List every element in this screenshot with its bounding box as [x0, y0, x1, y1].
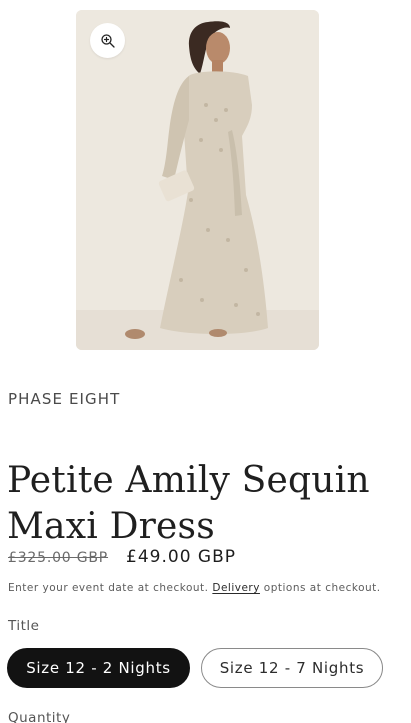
- zoom-button[interactable]: [90, 23, 125, 58]
- quantity-label: Quantity: [8, 710, 71, 723]
- checkout-note-end: options at checkout.: [263, 582, 381, 594]
- product-vendor: PHASE EIGHT: [8, 390, 121, 408]
- sale-price: £49.00 GBP: [126, 547, 237, 567]
- checkout-note: Enter your event date at checkout. Deliv…: [8, 582, 381, 594]
- variant-label: Title: [8, 618, 40, 634]
- checkout-note-start: Enter your event date at checkout.: [8, 582, 213, 594]
- variant-option-size-12-2-nights[interactable]: Size 12 - 2 Nights: [7, 648, 190, 688]
- product-image: [76, 10, 319, 350]
- price-row: £325.00 GBP £49.00 GBP: [8, 547, 236, 567]
- variant-option-size-12-7-nights[interactable]: Size 12 - 7 Nights: [201, 648, 383, 688]
- product-title: Petite Amily Sequin Maxi Dress: [7, 460, 370, 548]
- zoom-in-icon: [100, 33, 115, 48]
- original-price: £325.00 GBP: [8, 550, 109, 566]
- product-media[interactable]: [76, 10, 319, 350]
- delivery-link[interactable]: Delivery: [212, 582, 260, 594]
